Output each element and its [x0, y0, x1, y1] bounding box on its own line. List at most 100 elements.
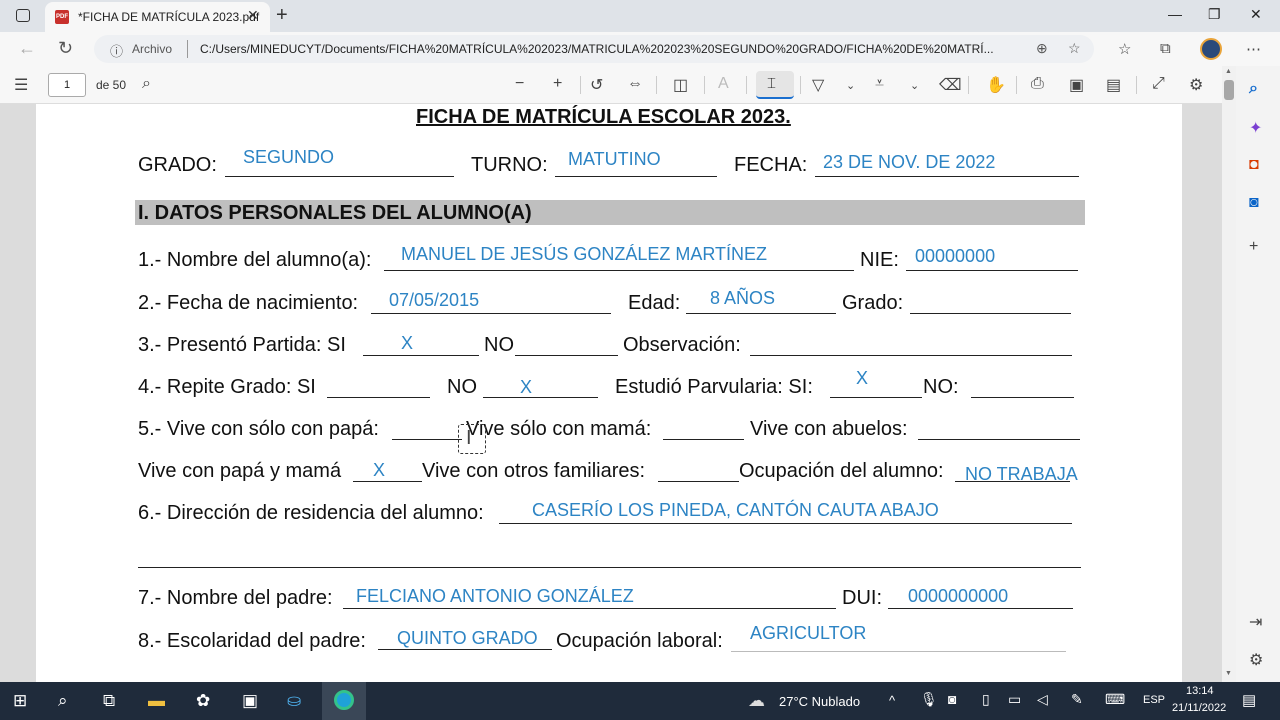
direccion-field[interactable]: CASERÍO LOS PINEDA, CANTÓN CAUTA ABAJO: [532, 500, 939, 521]
nombre-padre-field[interactable]: FELCIANO ANTONIO GONZÁLEZ: [356, 586, 634, 607]
turno-line: [555, 176, 717, 177]
zoom-out-icon[interactable]: −: [515, 75, 524, 93]
volume-icon[interactable]: ◁: [1037, 691, 1048, 708]
grado-field[interactable]: SEGUNDO: [243, 147, 334, 168]
close-tab-icon[interactable]: ✕: [247, 7, 259, 24]
escolaridad-padre-field[interactable]: QUINTO GRADO: [397, 628, 538, 649]
ocupacion-field[interactable]: NO TRABAJA: [965, 464, 1078, 485]
edge-icon: [334, 690, 354, 710]
info-icon[interactable]: ⓘ: [110, 41, 123, 60]
zoom-in-icon[interactable]: +: [553, 75, 562, 93]
repite-no-field[interactable]: X: [520, 377, 532, 398]
scroll-thumb[interactable]: [1224, 80, 1234, 100]
nie-label: NIE:: [860, 249, 899, 271]
page-number-input[interactable]: 1: [48, 73, 86, 97]
turno-field[interactable]: MATUTINO: [568, 149, 661, 170]
office-icon[interactable]: ◘: [1249, 156, 1259, 174]
microphone-icon[interactable]: 🎙: [920, 691, 938, 708]
ocupacion-laboral-field[interactable]: AGRICULTOR: [750, 623, 866, 644]
collections-icon[interactable]: ⧉: [1160, 40, 1171, 57]
close-window-icon[interactable]: ✕: [1250, 6, 1262, 23]
zoom-icon[interactable]: ⊕: [1036, 40, 1048, 57]
task-view-icon[interactable]: ⧉: [103, 691, 115, 711]
more-options-icon[interactable]: ⋯: [1246, 40, 1261, 58]
toolbar-divider: [704, 76, 705, 94]
url-box[interactable]: ⓘ Archivo C:/Users/MINEDUCYT/Documents/F…: [94, 35, 1094, 63]
contents-icon[interactable]: ☰: [14, 75, 28, 95]
fecha-field[interactable]: 23 DE NOV. DE 2022: [823, 152, 995, 173]
save-icon[interactable]: ▣: [1069, 75, 1084, 95]
file-explorer-icon[interactable]: ▬: [148, 691, 165, 711]
app-icon[interactable]: ✿: [196, 691, 210, 711]
nie-field[interactable]: 00000000: [915, 246, 995, 267]
app-icon-2[interactable]: ⛀: [287, 691, 301, 711]
highlight-dropdown-icon[interactable]: ⌄: [910, 79, 919, 92]
weather-text[interactable]: 27°C Nublado: [779, 694, 860, 709]
partida-si-field[interactable]: X: [401, 333, 413, 354]
avatar[interactable]: [1200, 38, 1222, 60]
observacion-line: [750, 355, 1072, 356]
new-tab-icon[interactable]: +: [276, 4, 288, 27]
pen-icon[interactable]: ✎: [1071, 691, 1083, 708]
draw-dropdown-icon[interactable]: ⌄: [846, 79, 855, 92]
text-box-cursor[interactable]: I: [458, 424, 486, 454]
language-indicator[interactable]: ESP: [1143, 694, 1165, 706]
highlight-icon[interactable]: ⩡: [875, 75, 884, 93]
page-view-icon[interactable]: ◫: [673, 75, 688, 95]
search-icon[interactable]: ⌕: [1249, 80, 1258, 98]
settings-icon[interactable]: ⚙: [1189, 75, 1203, 95]
pdf-icon: PDF: [55, 10, 69, 24]
show-hidden-icons[interactable]: ^: [889, 693, 895, 708]
fit-width-icon[interactable]: ⇔: [627, 75, 643, 93]
media-icon[interactable]: ▣: [242, 691, 258, 711]
toolbar-divider: [746, 76, 747, 94]
print-icon[interactable]: ⎙: [1031, 75, 1044, 93]
draw-icon[interactable]: ▽: [812, 75, 824, 95]
minimize-icon[interactable]: —: [1168, 6, 1182, 22]
vertical-scrollbar[interactable]: ▲ ▼: [1222, 66, 1236, 682]
usb-icon[interactable]: ▯: [982, 691, 990, 708]
edge-taskbar-button[interactable]: [322, 682, 366, 720]
q5-label: 5.- Vive con sólo con papá:: [138, 418, 379, 440]
vive-papa-mama-field[interactable]: X: [373, 460, 385, 481]
clock-date[interactable]: 21/11/2022: [1172, 702, 1226, 714]
battery-icon[interactable]: ▭: [1008, 691, 1021, 708]
taskbar-search-icon[interactable]: ⌕: [58, 691, 68, 711]
add-sidebar-icon[interactable]: +: [1249, 238, 1258, 256]
favorites-icon[interactable]: ☆: [1118, 40, 1131, 58]
dui-field[interactable]: 0000000000: [908, 586, 1008, 607]
restore-icon[interactable]: ❐: [1208, 6, 1221, 23]
back-icon[interactable]: ←: [18, 38, 36, 59]
pdf-viewer[interactable]: FICHA DE MATRÍCULA ESCOLAR 2023. GRADO: …: [0, 104, 1222, 682]
edad-field[interactable]: 8 AÑOS: [710, 288, 775, 309]
sidebar-settings-icon[interactable]: ⚙: [1249, 650, 1263, 670]
rotate-icon[interactable]: ↺: [590, 75, 603, 95]
scroll-up-icon[interactable]: ▲: [1225, 68, 1232, 75]
camera-icon[interactable]: ◙: [948, 691, 956, 707]
observacion-label: Observación:: [623, 334, 741, 356]
text-cursor-icon: I: [466, 427, 472, 449]
tab-actions-icon[interactable]: [16, 9, 30, 22]
q7-line: [343, 608, 836, 609]
scroll-down-icon[interactable]: ▼: [1225, 670, 1232, 677]
add-favorite-icon[interactable]: ☆: [1068, 40, 1081, 57]
hide-sidebar-icon[interactable]: ⇥: [1249, 612, 1262, 632]
refresh-icon[interactable]: ↻: [58, 38, 73, 59]
outlook-icon[interactable]: ◙: [1249, 194, 1259, 212]
parvularia-si-field[interactable]: X: [856, 368, 868, 389]
erase-icon[interactable]: ⌫: [939, 75, 962, 95]
notifications-icon[interactable]: ▤: [1242, 691, 1256, 709]
tab-active[interactable]: PDF *FICHA DE MATRÍCULA 2023.pdf ✕: [45, 2, 270, 32]
fullscreen-icon[interactable]: ⤢: [1152, 75, 1165, 93]
save-as-icon[interactable]: ▤: [1106, 75, 1121, 95]
windows-start-icon[interactable]: ⊞: [13, 691, 27, 711]
copilot-icon[interactable]: ✦: [1249, 118, 1262, 138]
keyboard-icon[interactable]: ⌨: [1105, 691, 1125, 708]
add-text-button[interactable]: ⌶: [756, 71, 794, 99]
toolbar-divider: [968, 76, 969, 94]
fecha-nacimiento-field[interactable]: 07/05/2015: [389, 290, 479, 311]
url-path[interactable]: C:/Users/MINEDUCYT/Documents/FICHA%20MAT…: [200, 42, 1030, 56]
find-icon[interactable]: ⌕: [142, 75, 151, 93]
clock-time[interactable]: 13:14: [1186, 685, 1214, 697]
nombre-alumno-field[interactable]: MANUEL DE JESÚS GONZÁLEZ MARTÍNEZ: [401, 244, 767, 265]
